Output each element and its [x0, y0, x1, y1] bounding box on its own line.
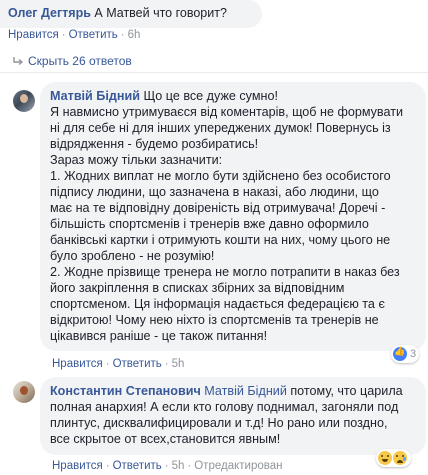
comment-text-line: Я навмисно утримуваєся від коментарів, щ… [50, 105, 404, 119]
comment-text-line: відрядження - будемо розбиратись! [50, 137, 259, 151]
comment-text-line: спортсменом. Ця інформація надається фед… [50, 297, 385, 311]
avatar[interactable] [13, 90, 35, 112]
comment-text-line: Що це все дуже сумно! [143, 89, 278, 103]
reply-first-line: Матвій Бідний Що це все дуже сумно! [50, 88, 416, 104]
edited-label[interactable]: Отредактирован [194, 460, 282, 472]
sad-icon [393, 451, 407, 465]
comment-author[interactable]: Константин Степанович [50, 384, 201, 398]
comment-text-line: має на те відповідну довіреність від отр… [50, 201, 386, 215]
comment-text: А Матвей что говорит? [94, 6, 227, 20]
avatar[interactable] [13, 381, 35, 403]
timestamp[interactable]: 5h [172, 460, 185, 472]
reply-actions: Нравится · Ответить · 5h · Отредактирован [52, 460, 283, 472]
comment-text-line: 1. Жодних виплат не могло бути здійснено… [50, 169, 391, 183]
top-comment-actions: Нравится · Ответить · 6h [8, 29, 141, 41]
comment-text-line: полная анархия! А если кто голову подним… [50, 400, 399, 414]
divider [0, 72, 428, 73]
hide-replies-label: Скрыть 26 ответов [28, 54, 132, 68]
reply-first-line: Константин Степанович Матвій Бідний пото… [50, 383, 416, 399]
comment-text-line: відкритою! Чому нею ніхто із спортсменів… [50, 313, 379, 327]
mention-link[interactable]: Матвій Бідний [204, 384, 287, 398]
comment-text-line: плинтус, дисквалифицировали и т.д! Но ра… [50, 416, 388, 430]
laugh-icon [378, 451, 392, 465]
comment-text-line: було зроблено - не розумію! [50, 249, 215, 263]
like-link[interactable]: Нравится [8, 29, 59, 41]
reply-actions: Нравится · Ответить · 5h [52, 358, 185, 370]
reply-bubble: Матвій Бідний Що це все дуже сумно! Я на… [40, 82, 426, 351]
comment-text-line: банківські картки і отримують кошти на н… [50, 233, 391, 247]
timestamp[interactable]: 5h [172, 358, 185, 370]
top-comment-bubble: Олег Дегтярь А Матвей что говорит? [0, 0, 262, 28]
comment-author[interactable]: Матвій Бідний [50, 89, 140, 103]
reply-link[interactable]: Ответить [69, 29, 118, 41]
comment-text-line: все скрытое от всех,становится явным! [50, 432, 281, 446]
hide-replies-link[interactable]: Скрыть 26 ответов [12, 54, 132, 68]
comment-text-line: Зараз можу тільки зазначити: [50, 153, 223, 167]
comment-text-line: потому, что царила [290, 384, 403, 398]
reaction-count: 3 [410, 348, 417, 360]
comment-text-line: більшість спортсменів і тренерів вже дав… [50, 217, 369, 231]
comment-text-line: цікавився раніше - це також питання! [50, 329, 268, 343]
timestamp[interactable]: 6h [128, 29, 141, 41]
reply-link[interactable]: Ответить [113, 358, 162, 370]
reaction-summary[interactable]: 3 [391, 345, 420, 363]
comment-author[interactable]: Олег Дегтярь [8, 6, 91, 20]
like-icon [393, 346, 407, 361]
comment-text-line: 2. Жодне прізвище тренера не могло потра… [50, 265, 400, 279]
like-link[interactable]: Нравится [52, 358, 103, 370]
reply-bubble: Константин Степанович Матвій Бідний пото… [40, 377, 426, 455]
reaction-summary[interactable] [376, 449, 411, 467]
reply-link[interactable]: Ответить [113, 460, 162, 472]
like-link[interactable]: Нравится [52, 460, 103, 472]
reply-arrow-icon [13, 57, 24, 66]
comment-text-line: ні для себе ні для інших упереджених дум… [50, 121, 391, 135]
comment-text-line: його закріплення в списках збірних за ві… [50, 281, 345, 295]
comment-text-line: підпису людини, що зазначена в наказі, а… [50, 185, 379, 199]
